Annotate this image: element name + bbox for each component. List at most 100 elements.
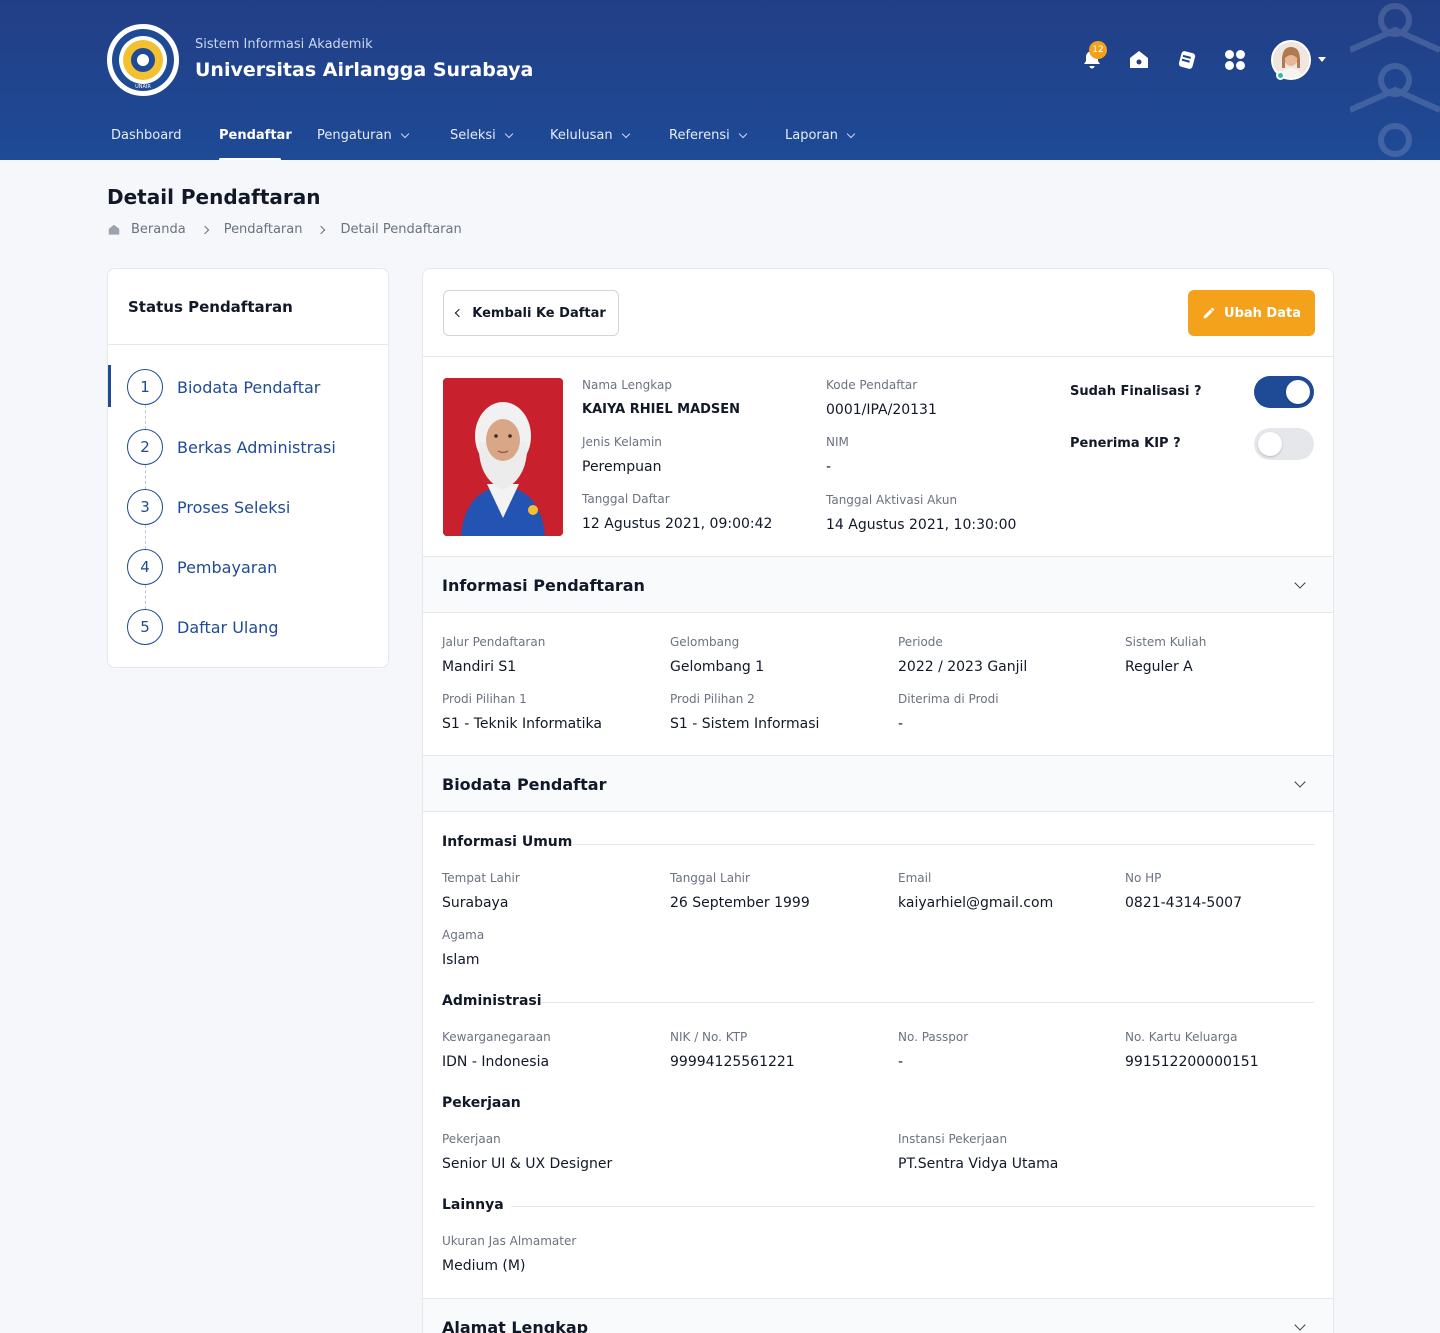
- step-number: 2: [127, 429, 163, 465]
- field-value: Surabaya: [442, 895, 509, 911]
- notification-badge: 12: [1089, 41, 1107, 59]
- subsection-administrasi: Administrasi: [442, 993, 542, 1009]
- toggle-knob: [1258, 432, 1282, 456]
- field-kode-pendaftar: Kode Pendaftar 0001/IPA/20131: [826, 378, 937, 418]
- field-value: 12 Agustus 2021, 09:00:42: [582, 516, 773, 532]
- field-label: Nama Lengkap: [582, 378, 672, 392]
- edit-button-label: Ubah Data: [1224, 305, 1301, 321]
- step-number: 1: [127, 369, 163, 405]
- field-prodi-1: Prodi Pilihan 1 S1 - Teknik Informatika: [442, 692, 602, 732]
- field-label: NIM: [826, 435, 849, 449]
- field-kewarganegaraan: Kewarganegaraan IDN - Indonesia: [442, 1030, 551, 1070]
- nav-dashboard[interactable]: Dashboard: [111, 128, 182, 143]
- divider: [423, 356, 1333, 357]
- finalized-toggle[interactable]: [1254, 376, 1314, 408]
- home-icon[interactable]: [107, 223, 121, 237]
- batik-pattern-decoration: [1350, 3, 1440, 157]
- field-label: Kode Pendaftar: [826, 378, 918, 392]
- breadcrumb-pendaftaran[interactable]: Pendaftaran: [224, 222, 303, 237]
- toggle-knob: [1286, 380, 1310, 404]
- field-value: 14 Agustus 2021, 10:30:00: [826, 517, 1017, 533]
- kip-toggle[interactable]: [1254, 428, 1314, 460]
- home-icon[interactable]: [1127, 48, 1151, 72]
- nav-label: Referensi: [669, 128, 730, 143]
- step-seleksi[interactable]: 3 Proses Seleksi: [108, 485, 388, 529]
- field-value: Reguler A: [1125, 659, 1193, 675]
- cards-icon[interactable]: [1175, 48, 1199, 72]
- nav-kelulusan[interactable]: Kelulusan: [550, 128, 630, 143]
- subsection-pekerjaan: Pekerjaan: [442, 1095, 521, 1111]
- edit-data-button[interactable]: Ubah Data: [1188, 290, 1315, 336]
- field-label: Tanggal Aktivasi Akun: [826, 493, 958, 507]
- field-label: Gelombang: [670, 635, 740, 649]
- breadcrumb-current: Detail Pendaftaran: [340, 222, 462, 237]
- step-label: Proses Seleksi: [177, 497, 291, 517]
- section-informasi-pendaftaran[interactable]: Informasi Pendaftaran: [423, 556, 1333, 613]
- chevron-down-icon[interactable]: [1294, 577, 1306, 589]
- apps-grid-icon[interactable]: [1223, 48, 1247, 72]
- field-value: Perempuan: [582, 459, 662, 475]
- field-label: Kewarganegaraan: [442, 1030, 551, 1044]
- field-pekerjaan: Pekerjaan Senior UI & UX Designer: [442, 1132, 612, 1172]
- field-jenis-kelamin: Jenis Kelamin Perempuan: [582, 435, 662, 475]
- caret-down-icon[interactable]: [1318, 57, 1326, 62]
- nav-pengaturan[interactable]: Pengaturan: [317, 128, 409, 143]
- chevron-down-icon: [846, 129, 856, 138]
- section-title: Biodata Pendaftar: [442, 775, 607, 794]
- field-label: No. Kartu Keluarga: [1125, 1030, 1238, 1044]
- chevron-down-icon: [504, 129, 514, 138]
- field-value: IDN - Indonesia: [442, 1054, 550, 1070]
- field-value: KAIYA RHIEL MADSEN: [582, 402, 741, 417]
- field-value: 99994125561221: [670, 1054, 795, 1070]
- field-kartu-keluarga: No. Kartu Keluarga 991512200000151: [1125, 1030, 1259, 1070]
- divider: [108, 344, 388, 345]
- field-label: Agama: [442, 928, 485, 942]
- step-pembayaran[interactable]: 4 Pembayaran: [108, 545, 388, 589]
- field-nim: NIM -: [826, 435, 849, 475]
- field-label: No. Passpor: [898, 1030, 969, 1044]
- pencil-icon: [1203, 307, 1215, 319]
- field-jalur: Jalur Pendaftaran Mandiri S1: [442, 635, 545, 675]
- field-label: Sistem Kuliah: [1125, 635, 1207, 649]
- field-value: Mandiri S1: [442, 659, 517, 675]
- section-alamat-lengkap[interactable]: Alamat Lengkap: [423, 1298, 1333, 1333]
- nav-label: Dashboard: [111, 128, 182, 143]
- nav-seleksi[interactable]: Seleksi: [450, 128, 514, 143]
- applicant-portrait-icon: [443, 378, 563, 536]
- step-biodata[interactable]: 1 Biodata Pendaftar: [108, 365, 388, 409]
- chevron-down-icon: [400, 129, 409, 138]
- step-label: Daftar Ulang: [177, 617, 279, 637]
- breadcrumb: Beranda Pendaftaran Detail Pendaftaran: [107, 222, 462, 237]
- step-number: 3: [127, 489, 163, 525]
- field-value: -: [826, 459, 832, 475]
- university-logo[interactable]: UNAIR: [107, 24, 179, 96]
- finalized-label: Sudah Finalisasi ?: [1070, 384, 1202, 399]
- field-value: -: [898, 1054, 904, 1070]
- field-no-hp: No HP 0821-4314-5007: [1125, 871, 1242, 911]
- top-header: UNAIR Sistem Informasi Akademik Universi…: [0, 0, 1440, 160]
- chevron-down-icon[interactable]: [1294, 776, 1306, 788]
- field-value: S1 - Sistem Informasi: [670, 716, 820, 732]
- chevron-down-icon[interactable]: [1294, 1319, 1306, 1331]
- step-daftar-ulang[interactable]: 5 Daftar Ulang: [108, 605, 388, 649]
- nav-pendaftar[interactable]: Pendaftar: [219, 128, 292, 143]
- section-biodata-pendaftar[interactable]: Biodata Pendaftar: [423, 755, 1333, 812]
- nav-referensi[interactable]: Referensi: [669, 128, 747, 143]
- field-label: Periode: [898, 635, 943, 649]
- field-label: Prodi Pilihan 2: [670, 692, 755, 706]
- nav-laporan[interactable]: Laporan: [785, 128, 856, 143]
- breadcrumb-beranda[interactable]: Beranda: [131, 222, 186, 237]
- app-subtitle: Sistem Informasi Akademik: [195, 37, 373, 52]
- field-label: Jalur Pendaftaran: [442, 635, 546, 649]
- chevron-down-icon: [738, 129, 747, 138]
- chevron-right-icon: [317, 225, 326, 234]
- field-value: Senior UI & UX Designer: [442, 1156, 613, 1172]
- field-nik: NIK / No. KTP 99994125561221: [670, 1030, 795, 1070]
- divider: [511, 1206, 1314, 1207]
- chevron-right-icon: [200, 225, 209, 234]
- back-to-list-button[interactable]: Kembali Ke Daftar: [443, 290, 619, 336]
- field-label: Ukuran Jas Almamater: [442, 1234, 577, 1248]
- step-berkas[interactable]: 2 Berkas Administrasi: [108, 425, 388, 469]
- divider: [541, 1002, 1314, 1003]
- field-label: Tempat Lahir: [442, 871, 520, 885]
